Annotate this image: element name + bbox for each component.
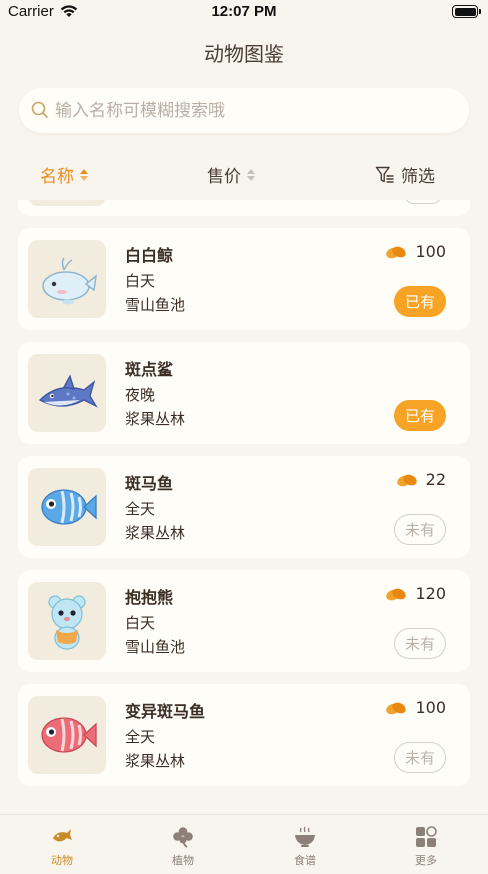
bear-icon: [48, 595, 86, 650]
animal-location: 浆果丛林: [125, 752, 186, 770]
animal-thumbnail: [28, 582, 106, 660]
animal-location: 雪山鱼池: [125, 638, 186, 656]
fish-icon: [53, 829, 72, 842]
clover-icon: [173, 827, 193, 848]
grid-icon: [416, 826, 437, 847]
animal-time: 白天: [125, 614, 156, 632]
animal-name: 斑点鲨: [125, 360, 174, 379]
animal-location: 浆果丛林: [125, 524, 186, 542]
animal-thumbnail: [28, 240, 106, 318]
price: 22: [396, 470, 446, 489]
bean-coin-icon: [396, 474, 417, 486]
price: 120: [385, 584, 446, 603]
beluga-icon: [42, 257, 98, 305]
sort-bar: 名称 售价 筛选: [0, 160, 488, 190]
sort-price-label: 售价: [207, 167, 241, 187]
list-item[interactable]: 斑马鱼 全天 浆果丛林 22 未有: [18, 456, 470, 558]
search-icon: [31, 101, 48, 118]
status-bar: Carrier 12:07 PM: [0, 0, 488, 26]
search-input[interactable]: [55, 88, 455, 133]
list-item[interactable]: 抱抱熊 白天 雪山鱼池 120 未有: [18, 570, 470, 672]
sort-by-price-button[interactable]: 售价: [207, 162, 255, 187]
filter-label: 筛选: [401, 167, 435, 187]
tab-more[interactable]: 更多: [386, 825, 466, 868]
animal-location: 浆果丛林: [125, 410, 186, 428]
striped-fish-icon: [41, 489, 97, 525]
price-value: 22: [425, 470, 446, 489]
battery-icon: [452, 5, 481, 18]
sort-by-name-button[interactable]: 名称: [40, 162, 88, 187]
animal-name: 变异斑马鱼: [125, 702, 206, 721]
tab-label: 食谱: [294, 854, 316, 867]
filter-button[interactable]: 筛选: [375, 162, 435, 187]
animal-thumbnail: [28, 354, 106, 432]
tab-bar: 动物 植物 食谱 更多: [0, 814, 488, 874]
bean-coin-icon: [386, 702, 407, 714]
search-bar[interactable]: [19, 88, 469, 133]
price-value: 120: [415, 584, 446, 603]
sort-arrows-icon: [80, 168, 88, 181]
tab-plants[interactable]: 植物: [143, 825, 223, 868]
tab-animals[interactable]: 动物: [22, 825, 102, 868]
bean-coin-icon: [386, 246, 407, 258]
tab-label: 更多: [415, 854, 437, 867]
tab-label: 植物: [172, 854, 194, 867]
filter-icon: [375, 166, 394, 183]
animal-list[interactable]: 白白鲸 白天 雪山鱼池 100 已有 斑点鲨 夜晚 浆果丛林 已有 斑马鱼 全天…: [0, 200, 488, 812]
sort-name-label: 名称: [40, 167, 74, 187]
animal-thumbnail: [28, 696, 106, 774]
status-badge[interactable]: 已有: [394, 286, 446, 317]
animal-time: 全天: [125, 500, 156, 518]
status-badge[interactable]: 已有: [394, 400, 446, 431]
bean-coin-icon: [386, 588, 407, 600]
animal-location: 雪山鱼池: [125, 296, 186, 314]
animal-time: 全天: [125, 728, 156, 746]
shark-icon: [38, 374, 98, 408]
animal-name: 斑马鱼: [125, 474, 174, 493]
list-item[interactable]: 斑点鲨 夜晚 浆果丛林 已有: [18, 342, 470, 444]
animal-name: 抱抱熊: [125, 588, 174, 607]
red-fish-icon: [41, 717, 97, 753]
animal-name: 白白鲸: [125, 246, 174, 265]
status-badge[interactable]: 未有: [394, 514, 446, 545]
price-value: 100: [415, 698, 446, 717]
status-badge[interactable]: 未有: [394, 742, 446, 773]
list-item[interactable]: 变异斑马鱼 全天 浆果丛林 100 未有: [18, 684, 470, 786]
clock: 12:07 PM: [211, 3, 277, 20]
price: 100: [385, 242, 446, 261]
animal-time: 白天: [125, 272, 156, 290]
list-item[interactable]: [18, 200, 470, 216]
tab-recipes[interactable]: 食谱: [265, 825, 345, 868]
page-title: 动物图鉴: [204, 42, 284, 66]
list-item[interactable]: 白白鲸 白天 雪山鱼池 100 已有: [18, 228, 470, 330]
price-value: 100: [415, 242, 446, 261]
price: 100: [385, 698, 446, 717]
sort-arrows-icon: [247, 168, 255, 181]
bowl-icon: [295, 826, 315, 847]
tab-label: 动物: [51, 854, 73, 867]
animal-thumbnail: [28, 468, 106, 546]
status-badge[interactable]: 未有: [394, 628, 446, 659]
animal-time: 夜晚: [125, 386, 156, 404]
